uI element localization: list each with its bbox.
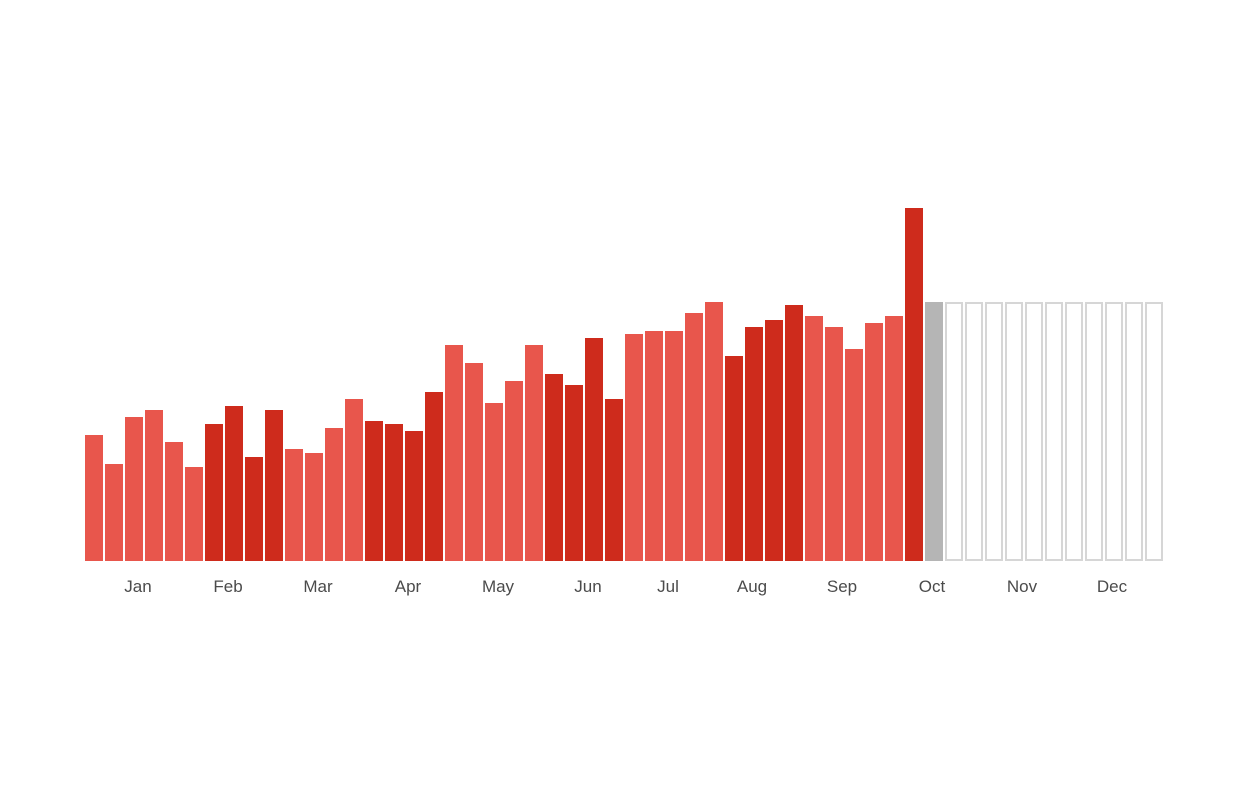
bar[interactable]	[465, 363, 483, 561]
bar-chart: Jan Feb Mar Apr May Jun Jul Aug Sep Oct Nov Dec	[0, 0, 1254, 804]
bar[interactable]	[605, 399, 623, 561]
bar[interactable]	[225, 406, 243, 561]
bar[interactable]	[705, 302, 723, 561]
bar[interactable]	[365, 421, 383, 561]
bar[interactable]	[1145, 302, 1163, 561]
bar[interactable]	[205, 424, 223, 561]
x-axis-label: Sep	[826, 577, 858, 596]
bar[interactable]	[245, 457, 263, 561]
bar[interactable]	[1085, 302, 1103, 561]
x-axis-label: Dec	[1096, 577, 1128, 596]
bar[interactable]	[845, 349, 863, 561]
bar[interactable]	[445, 345, 463, 561]
bar[interactable]	[905, 208, 923, 561]
bar[interactable]	[105, 464, 123, 561]
bar[interactable]	[425, 392, 443, 561]
x-axis-label: May	[481, 577, 515, 596]
bar[interactable]	[565, 385, 583, 561]
bar[interactable]	[1005, 302, 1023, 561]
bar[interactable]	[185, 467, 203, 561]
bar[interactable]	[1065, 302, 1083, 561]
bar[interactable]	[525, 345, 543, 561]
x-axis-label: Jan	[124, 577, 152, 596]
bar[interactable]	[285, 449, 303, 561]
bar[interactable]	[125, 417, 143, 561]
bar[interactable]	[345, 399, 363, 561]
bar[interactable]	[625, 334, 643, 561]
bar[interactable]	[725, 356, 743, 561]
x-axis-label: Oct	[918, 577, 946, 596]
bar[interactable]	[165, 442, 183, 561]
bar[interactable]	[785, 305, 803, 561]
bar[interactable]	[805, 316, 823, 561]
bar[interactable]	[385, 424, 403, 561]
bar[interactable]	[925, 302, 943, 561]
x-axis-label: Jul	[657, 577, 679, 596]
bar[interactable]	[645, 331, 663, 561]
x-axis-label: Mar	[303, 577, 333, 596]
bar[interactable]	[305, 453, 323, 561]
bar[interactable]	[765, 320, 783, 561]
bar[interactable]	[405, 431, 423, 561]
x-axis-label: Nov	[1006, 577, 1038, 596]
x-axis-label: Feb	[213, 577, 243, 596]
bar[interactable]	[685, 313, 703, 561]
bar[interactable]	[965, 302, 983, 561]
bar[interactable]	[505, 381, 523, 561]
bar[interactable]	[1105, 302, 1123, 561]
bar[interactable]	[485, 403, 503, 561]
x-axis-label: Aug	[736, 577, 768, 596]
chart-plot-area	[85, 161, 1165, 561]
bar[interactable]	[265, 410, 283, 561]
bar[interactable]	[1125, 302, 1143, 561]
bar[interactable]	[885, 316, 903, 561]
bar[interactable]	[865, 323, 883, 561]
bar[interactable]	[325, 428, 343, 561]
bar[interactable]	[585, 338, 603, 561]
bar[interactable]	[545, 374, 563, 561]
bar[interactable]	[665, 331, 683, 561]
x-axis-label: Apr	[394, 577, 422, 596]
x-axis-labels: Jan Feb Mar Apr May Jun Jul Aug Sep Oct Nov Dec	[0, 575, 1254, 607]
x-axis-label: Jun	[574, 577, 602, 596]
bar[interactable]	[1025, 302, 1043, 561]
bar[interactable]	[145, 410, 163, 561]
bar[interactable]	[85, 435, 103, 561]
bar[interactable]	[745, 327, 763, 561]
bar[interactable]	[1045, 302, 1063, 561]
bar[interactable]	[825, 327, 843, 561]
bar[interactable]	[945, 302, 963, 561]
bar[interactable]	[985, 302, 1003, 561]
